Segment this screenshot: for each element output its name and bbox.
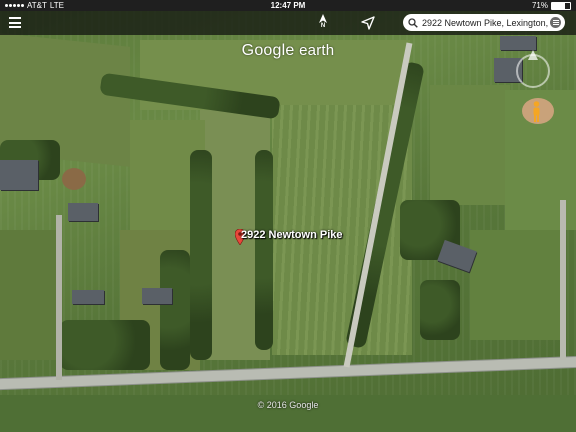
location-arrow-glyph [361, 16, 375, 30]
tree-line [60, 320, 150, 370]
compass-needle [528, 50, 538, 60]
battery-percent: 71% [531, 1, 548, 10]
sand-patch [62, 168, 86, 190]
battery-icon [551, 1, 571, 10]
field-area [0, 230, 60, 360]
driveway [560, 200, 566, 360]
status-bar: AT&T LTE 12:47 PM 71% [0, 0, 576, 11]
map-copyright: © 2016 Google [257, 400, 319, 410]
field-area [470, 230, 560, 340]
tree-line [420, 280, 460, 340]
logo-google: Google [241, 42, 295, 59]
north-label: N [320, 23, 326, 29]
tree-line [255, 150, 273, 350]
building-roof [0, 160, 38, 190]
hamburger-menu-icon[interactable] [9, 17, 21, 28]
north-arrow-icon[interactable]: N [317, 14, 329, 32]
google-earth-logo: Google earth [0, 42, 576, 60]
tree-line [160, 250, 190, 370]
logo-earth: earth [299, 42, 335, 59]
battery-fill [552, 2, 565, 9]
layers-icon[interactable] [550, 17, 561, 28]
compass-icon[interactable] [516, 50, 550, 88]
status-right: 71% [532, 0, 571, 11]
tree-line [190, 150, 212, 360]
search-field[interactable]: 2922 Newtown Pike, Lexington, KY [403, 14, 565, 31]
building-roof [72, 290, 104, 304]
field-area [430, 85, 510, 205]
search-icon [408, 17, 418, 28]
building-roof [68, 203, 98, 221]
driveway [56, 215, 62, 380]
building-roof [142, 288, 172, 304]
search-input[interactable]: 2922 Newtown Pike, Lexington, KY [422, 18, 550, 28]
location-arrow-icon[interactable] [361, 16, 375, 30]
satellite-map[interactable] [0, 0, 576, 432]
north-arrow-glyph [319, 14, 327, 23]
clock: 12:47 PM [270, 1, 306, 10]
app-toolbar: N 2922 Newtown Pike, Lexington, KY [0, 11, 576, 35]
pegman-icon[interactable] [531, 101, 542, 123]
placemark-label[interactable]: 2922 Newtown Pike [241, 229, 343, 241]
